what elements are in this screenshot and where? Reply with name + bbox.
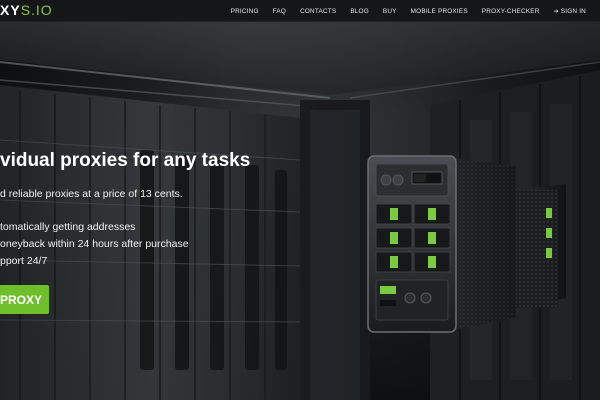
nav-link-contacts[interactable]: CONTACTS [300, 8, 336, 15]
logo-suffix: S.IO [20, 2, 53, 18]
nav-link-buy[interactable]: BUY [383, 8, 397, 15]
sign-in-label: SIGN IN [560, 7, 586, 15]
nav-link-blog[interactable]: BLOG [350, 8, 369, 15]
feature-item: oneyback within 24 hours after purchase [0, 238, 189, 250]
main-nav: PRICING FAQ CONTACTS BLOG BUY MOBILE PRO… [231, 0, 586, 22]
hero-title: vidual proxies for any tasks [0, 150, 251, 171]
nav-link-proxy-checker[interactable]: PROXY-CHECKER [482, 8, 540, 15]
sign-in-icon: ➔ [553, 8, 559, 15]
buy-proxy-button[interactable]: PROXY [0, 285, 49, 314]
nav-link-faq[interactable]: FAQ [273, 8, 286, 15]
site-logo[interactable]: XYS.IO [0, 2, 53, 18]
feature-item: pport 24/7 [0, 255, 48, 267]
logo-text: XY [0, 2, 21, 18]
hero-subtitle: d reliable proxies at a price of 13 cent… [0, 188, 183, 200]
nav-link-pricing[interactable]: PRICING [231, 8, 259, 15]
sign-in-link[interactable]: ➔ SIGN IN [554, 8, 586, 15]
server-illustration [367, 155, 566, 333]
nav-link-mobile-proxies[interactable]: MOBILE PROXIES [411, 8, 468, 15]
feature-item: tomatically getting addresses [0, 221, 136, 233]
feature-list: tomatically getting addresses oneyback w… [0, 219, 189, 270]
top-navigation-bar: XYS.IO PRICING FAQ CONTACTS BLOG BUY MOB… [0, 0, 600, 22]
